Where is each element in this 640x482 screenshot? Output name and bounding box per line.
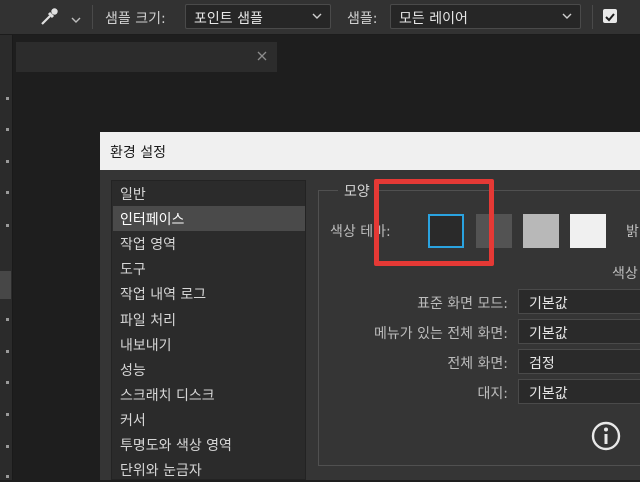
category-label: 파일 처리 [120, 313, 176, 329]
chevron-down-icon [562, 13, 572, 19]
chevron-down-icon [312, 13, 322, 19]
standard-screen-mode-label: 표준 화면 모드: [417, 296, 508, 312]
show-sampling-ring-checkbox[interactable] [603, 9, 617, 23]
close-icon[interactable] [255, 49, 269, 63]
select-value: 기본값 [529, 386, 568, 402]
dialog-title-bar[interactable]: 환경 설정 [100, 132, 640, 170]
select-value: 검정 [529, 356, 555, 372]
artboard-select[interactable]: 기본값 [518, 379, 640, 404]
tool-group-marker [6, 475, 9, 478]
tool-group-marker [6, 128, 9, 131]
fullscreen-label: 전체 화면: [447, 356, 508, 372]
sample-label: 샘플: [347, 11, 378, 27]
category-list: 일반 인터페이스 작업 영역 도구 작업 내역 로그 파일 처리 내보내기 성능… [111, 180, 306, 480]
category-item-general[interactable]: 일반 [113, 181, 305, 206]
category-item-history-log[interactable]: 작업 내역 로그 [113, 281, 305, 306]
tool-group-marker [6, 381, 9, 384]
standard-screen-mode-select[interactable]: 기본값 [518, 289, 640, 314]
options-bar: 샘플 크기: 포인트 샘플 샘플: 모든 레이어 [0, 0, 640, 35]
info-icon[interactable] [590, 420, 622, 452]
fullscreen-with-menus-select[interactable]: 기본값 [518, 319, 640, 344]
toolbar-divider [592, 5, 593, 29]
document-tab[interactable] [16, 42, 277, 72]
theme-swatch-light[interactable] [523, 214, 559, 248]
category-item-export[interactable]: 내보내기 [113, 332, 305, 357]
color-option-label-partial: 색상 [612, 266, 638, 282]
category-label: 성능 [120, 363, 146, 379]
tool-group-marker [6, 160, 9, 163]
tool-group-marker [6, 191, 9, 194]
category-label: 인터페이스 [120, 212, 185, 228]
active-tool-slot[interactable] [0, 271, 11, 299]
select-value: 기본값 [529, 296, 568, 312]
sample-select[interactable]: 모든 레이어 [390, 4, 581, 29]
sample-size-select[interactable]: 포인트 샘플 [185, 4, 331, 29]
category-label: 작업 내역 로그 [120, 287, 207, 303]
checkbox-checked-icon [605, 13, 615, 22]
chevron-down-icon[interactable] [70, 11, 82, 23]
artboard-label: 대지: [477, 386, 508, 402]
sample-value: 모든 레이어 [399, 11, 468, 27]
category-label: 커서 [120, 413, 146, 429]
eyedropper-icon[interactable] [38, 6, 60, 28]
category-item-transparency-gamut[interactable]: 투명도와 색상 영역 [113, 432, 305, 457]
highlight-color-label-partial: 밝 [626, 224, 639, 240]
category-item-file-handling[interactable]: 파일 처리 [113, 307, 305, 332]
category-label: 도구 [120, 262, 146, 278]
tool-group-marker [6, 350, 9, 353]
category-label: 단위와 눈금자 [120, 463, 202, 479]
tool-group-marker [6, 224, 9, 227]
preferences-dialog: 환경 설정 일반 인터페이스 작업 영역 도구 작업 내역 로그 파일 처리 내… [100, 132, 640, 480]
category-item-tools[interactable]: 도구 [113, 256, 305, 281]
fullscreen-select[interactable]: 검정 [518, 349, 640, 374]
category-label: 내보내기 [120, 338, 172, 354]
category-label: 일반 [120, 187, 146, 203]
fullscreen-with-menus-label: 메뉴가 있는 전체 화면: [374, 326, 508, 342]
toolbar-divider [92, 5, 93, 29]
annotation-highlight-box [374, 179, 494, 266]
category-label: 작업 영역 [120, 237, 176, 253]
category-item-units-rulers[interactable]: 단위와 눈금자 [113, 457, 305, 482]
tool-group-marker [6, 413, 9, 416]
category-item-scratch-disks[interactable]: 스크래치 디스크 [113, 382, 305, 407]
category-item-workspace[interactable]: 작업 영역 [113, 231, 305, 256]
tool-group-marker [6, 445, 9, 448]
theme-swatch-lightest[interactable] [570, 214, 606, 248]
category-label: 스크래치 디스크 [120, 388, 215, 404]
appearance-group-title: 모양 [338, 181, 376, 201]
tool-group-marker [6, 318, 9, 321]
dialog-title: 환경 설정 [110, 145, 166, 161]
category-item-cursors[interactable]: 커서 [113, 407, 305, 432]
sample-size-value: 포인트 샘플 [194, 11, 263, 27]
tools-panel-edge [0, 35, 13, 480]
category-label: 투명도와 색상 영역 [120, 438, 232, 454]
sample-size-label: 샘플 크기: [105, 11, 166, 27]
category-item-interface[interactable]: 인터페이스 [113, 206, 305, 231]
category-item-performance[interactable]: 성능 [113, 357, 305, 382]
tool-group-marker [6, 97, 9, 100]
select-value: 기본값 [529, 326, 568, 342]
